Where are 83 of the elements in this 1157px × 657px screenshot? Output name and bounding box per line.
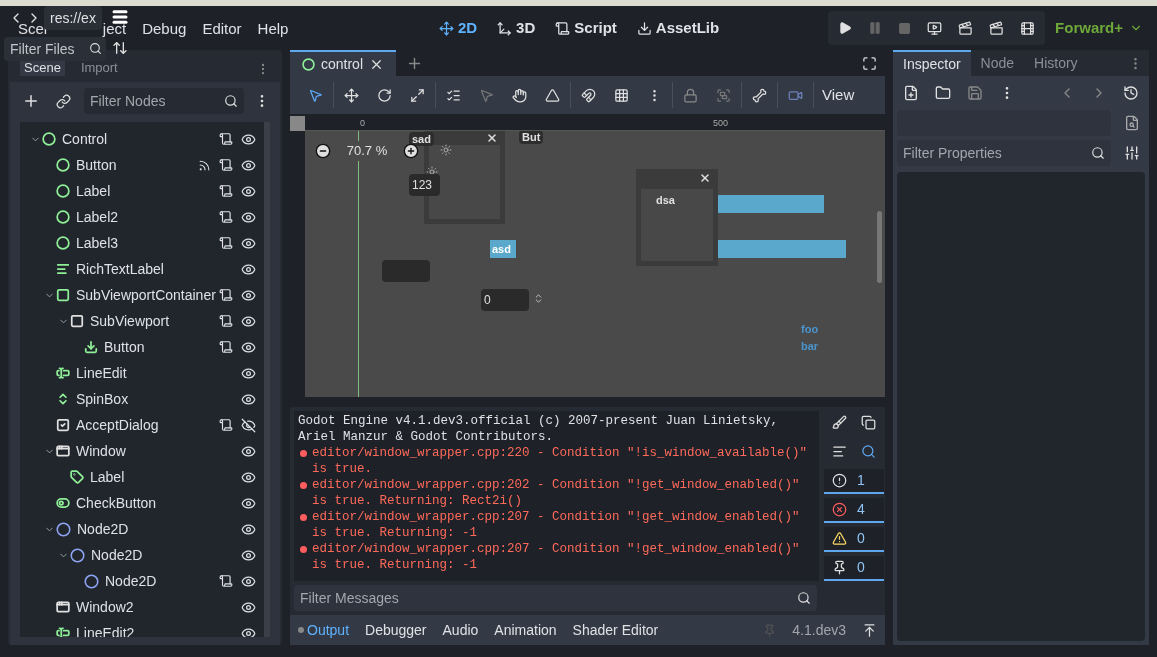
node-name: Label2 (76, 207, 119, 227)
filter-messages-field[interactable]: Filter Messages (294, 585, 817, 611)
bottom-panel-tab[interactable]: Animation (494, 619, 557, 641)
node-name: AcceptDialog (76, 415, 159, 435)
tree-row[interactable]: Label2 (20, 204, 264, 230)
tree-row[interactable]: LineEdit (20, 360, 264, 386)
canvas-label: bar (801, 339, 819, 354)
dock-tab[interactable]: History (1024, 50, 1088, 76)
ruler-label: 0 (360, 117, 365, 130)
renderer-dropdown[interactable]: Forward+ (1055, 16, 1147, 40)
menu-item[interactable]: Editor (202, 17, 242, 41)
filter-properties-field[interactable]: Filter Properties (897, 140, 1111, 166)
error-message: editor/window_wrapper.cpp:207 - Condition "!get_window_enabled()" is true. Returning: -1 (298, 541, 815, 573)
filter-files-field[interactable]: Filter Files (4, 37, 106, 61)
log-message: Godot Engine v4.1.dev3.official (c) 2007-present Juan Linietsky, Ariel Manzur & Godot Contributors. (298, 413, 780, 445)
main-screen-tab[interactable]: Script (555, 16, 617, 40)
dock-tab[interactable]: Node (970, 50, 1025, 76)
bottom-panel-tab[interactable]: Debugger (365, 619, 427, 641)
node-name: Button (76, 155, 117, 175)
node-name: CheckButton (76, 493, 157, 513)
node-name: LineEdit2 (76, 623, 135, 637)
tree-row[interactable]: SubViewport (20, 308, 264, 334)
tree-row[interactable]: Label3 (20, 230, 264, 256)
editor-tab[interactable]: control (290, 50, 397, 76)
node-name: Window (76, 441, 126, 461)
tree-row[interactable]: Control (20, 126, 264, 152)
tree-row[interactable]: Button (20, 152, 264, 178)
node-name: Node2D (91, 545, 143, 565)
tree-row[interactable]: Label (20, 464, 264, 490)
menu-item[interactable]: Debug (142, 17, 187, 41)
menu-item[interactable]: Help (257, 17, 289, 41)
node-name: SubViewportContainer (76, 285, 216, 305)
tree-row[interactable]: Node2D (20, 516, 264, 542)
canvas-label: asd (490, 240, 516, 258)
tree-row[interactable]: AcceptDialog (20, 412, 264, 438)
tree-row[interactable]: CheckButton (20, 490, 264, 516)
node-name: Window2 (76, 597, 134, 617)
message-filter-button[interactable]: 4 (824, 498, 884, 523)
node-name: RichTextLabel (76, 259, 164, 279)
dock-tab[interactable]: Inspector (893, 50, 971, 76)
tree-row[interactable]: Label (20, 178, 264, 204)
canvas-label: foo (801, 322, 819, 337)
view-menu[interactable]: View (814, 83, 863, 107)
canvas-line-edit: 123 (409, 174, 440, 196)
node-name: Label3 (76, 233, 119, 253)
canvas-label: dsa (656, 193, 675, 208)
ruler-label: 500 (713, 117, 729, 130)
tree-row[interactable]: SubViewportContainer (20, 282, 264, 308)
tree-row[interactable]: Node2D (20, 542, 264, 568)
node-name: SubViewport (90, 311, 170, 331)
tree-row[interactable]: RichTextLabel (20, 256, 264, 282)
node-name: Control (62, 129, 108, 149)
filter-nodes-field[interactable]: Filter Nodes (84, 88, 244, 114)
canvas-label: But (519, 131, 544, 144)
message-filter-button[interactable]: 0 (824, 556, 884, 581)
node-name: LineEdit (76, 363, 127, 383)
tree-row[interactable]: Window2 (20, 594, 264, 620)
canvas-label: sad (409, 132, 434, 146)
node-name: Button (104, 337, 145, 357)
message-filter-button[interactable]: 0 (824, 527, 884, 552)
node-name: Label (76, 181, 111, 201)
canvas-spin-box: 0 (481, 289, 529, 311)
main-screen-tab[interactable]: 3D (497, 16, 536, 40)
tree-row[interactable]: SpinBox (20, 386, 264, 412)
path-tooltip: res://ex (44, 6, 102, 30)
node-name: SpinBox (76, 389, 129, 409)
tree-row[interactable]: Node2D (20, 568, 264, 594)
error-message: editor/window_wrapper.cpp:202 - Condition "!get_window_enabled()" is true. Returning: Rect2i() (298, 477, 815, 509)
error-message: editor/window_wrapper.cpp:220 - Condition "!is_window_available()" is true. (298, 445, 815, 477)
node-name: Node2D (77, 519, 129, 539)
main-screen-tab[interactable]: AssetLib (636, 16, 720, 40)
node-name: Label (90, 467, 125, 487)
version-label[interactable]: 4.1.dev3 (792, 619, 846, 641)
bottom-panel-tab[interactable]: Shader Editor (572, 619, 659, 641)
node-name: Node2D (105, 571, 157, 591)
bottom-panel-tab[interactable]: Audio (442, 619, 479, 641)
tree-row[interactable]: Window (20, 438, 264, 464)
tree-row[interactable]: Button (20, 334, 264, 360)
dock-tab[interactable]: Import (76, 60, 122, 76)
tree-row[interactable]: LineEdit2 (20, 620, 264, 637)
message-filter-button[interactable]: 1 (824, 469, 884, 494)
bottom-panel-tab[interactable]: Output (298, 619, 350, 641)
main-screen-tab[interactable]: 2D (438, 16, 478, 40)
